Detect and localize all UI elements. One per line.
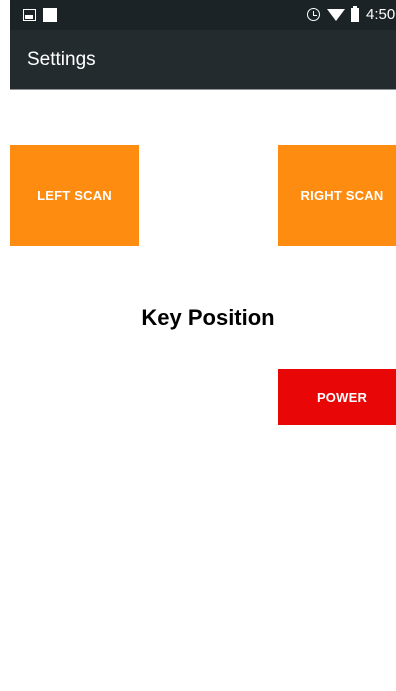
power-label: POWER [316, 389, 368, 405]
status-bar: 4:50 [10, 0, 396, 30]
status-time: 4:50 [366, 6, 396, 23]
screen: 4:50 Settings LEFT SCAN RIGHT SCAN Key P… [0, 0, 396, 691]
right-scan-label: RIGHT SCAN [300, 188, 384, 203]
page-title: Settings [27, 49, 96, 70]
key-position-heading: Key Position [141, 305, 275, 330]
left-scan-label: LEFT SCAN [37, 188, 112, 203]
app-bar: Settings [10, 30, 396, 90]
battery-icon [351, 6, 359, 22]
left-scan-button[interactable]: LEFT SCAN [10, 145, 139, 246]
square-icon [43, 8, 57, 22]
wifi-icon [327, 9, 345, 21]
alarm-icon [307, 8, 320, 21]
image-icon [23, 9, 36, 21]
right-scan-button[interactable]: RIGHT SCAN [278, 145, 396, 246]
power-button[interactable]: POWER [278, 369, 396, 425]
